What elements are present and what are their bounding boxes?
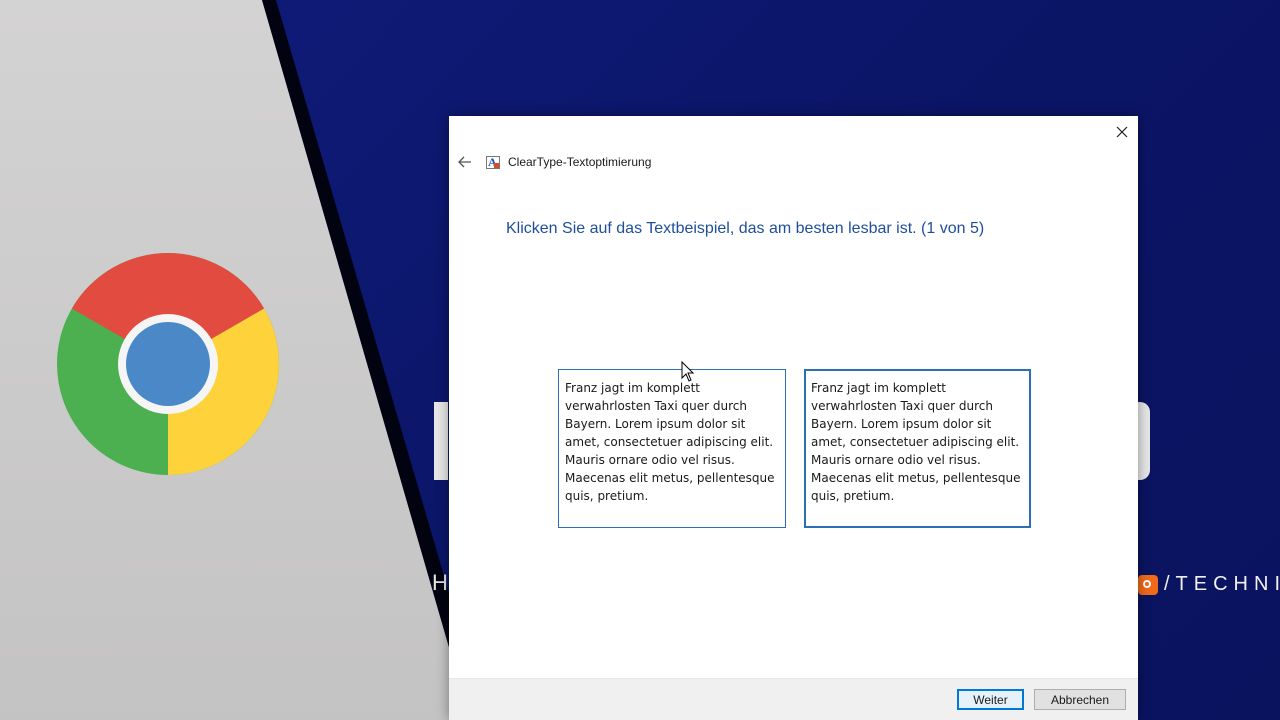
back-arrow-icon — [458, 156, 471, 168]
dialog-title: ClearType-Textoptimierung — [508, 155, 652, 169]
channel-brand: /TECHNIK — [1138, 573, 1280, 596]
back-button[interactable] — [457, 154, 473, 170]
text-sample-2[interactable]: Franz jagt im komplett verwahrlosten Tax… — [804, 369, 1031, 528]
text-sample-1[interactable]: Franz jagt im komplett verwahrlosten Tax… — [558, 369, 786, 528]
dialog-header: A ClearType-Textoptimierung — [457, 152, 651, 172]
background-graphic-fragment — [1136, 402, 1150, 480]
close-icon — [1116, 126, 1128, 138]
instruction-text: Klicken Sie auf das Textbeispiel, das am… — [506, 220, 985, 237]
brand-text: /TECHNIK — [1164, 573, 1280, 595]
next-button[interactable]: Weiter — [957, 689, 1024, 710]
close-button[interactable] — [1112, 122, 1132, 142]
text-samples: Franz jagt im komplett verwahrlosten Tax… — [558, 369, 1031, 528]
cancel-button[interactable]: Abbrechen — [1034, 689, 1126, 710]
cleartype-dialog: A ClearType-Textoptimierung Klicken Sie … — [449, 116, 1138, 720]
dialog-footer: Weiter Abbrechen — [449, 678, 1138, 720]
chrome-logo-icon — [57, 253, 279, 475]
brand-logo-icon — [1138, 574, 1158, 595]
background-graphic-fragment — [434, 402, 448, 480]
cleartype-app-icon: A — [486, 155, 500, 169]
mouse-cursor-icon — [681, 361, 695, 382]
